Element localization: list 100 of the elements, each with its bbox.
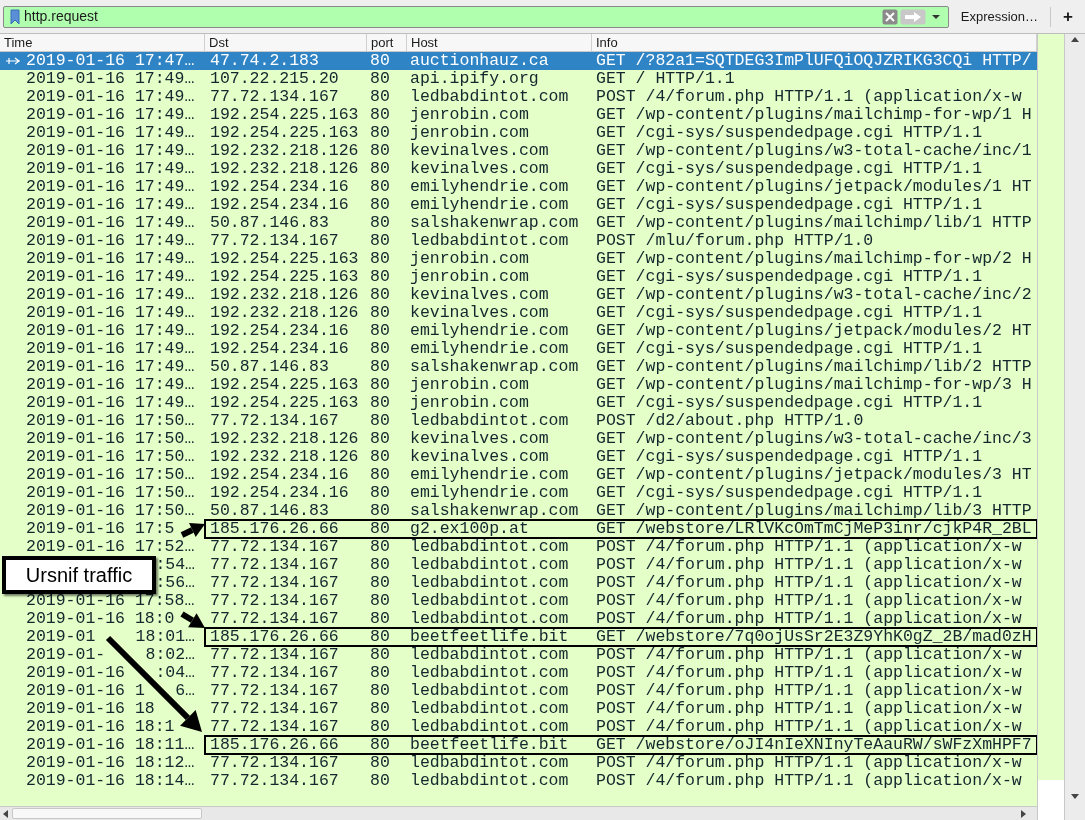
column-header[interactable]: Host (407, 34, 592, 51)
port-cell-text: 80 (369, 214, 391, 232)
port-cell-text: 80 (369, 52, 391, 70)
dst-cell-text: 77.72.134.167 (209, 664, 340, 682)
host-cell-text: emilyhendrie.com (409, 178, 570, 196)
column-header[interactable]: Time (0, 34, 205, 51)
host-cell-text: api.ipify.org (409, 70, 540, 88)
column-header[interactable]: port (367, 34, 407, 51)
display-filter-field[interactable]: http.request (3, 5, 949, 28)
dst-cell-text: 77.72.134.167 (209, 412, 340, 430)
dst-cell-text: 192.254.234.16 (209, 196, 350, 214)
port-cell-text: 80 (369, 682, 391, 700)
column-header[interactable]: Dst (205, 34, 367, 51)
bookmark-icon[interactable] (10, 8, 20, 25)
host-cell-text: salshakenwrap.com (409, 214, 580, 232)
port-cell-text: 80 (369, 250, 391, 268)
time-cell: 2019-01-16 17:49… (26, 322, 195, 340)
time-cell: 2019-01-16 18:14… (26, 772, 195, 790)
dst-cell-text: 192.254.225.163 (209, 250, 360, 268)
add-filter-button[interactable]: + (1057, 5, 1079, 28)
info-cell-text: GET /webstore/7q0ojUsSr2E3Z9YhK0gZ_2B/mad0zH (595, 628, 1033, 646)
packet-row[interactable]: 2019-01-16 17:47… 47.74.2.183 80 auctionhauz.ca GET /?82a1=SQTDEG3ImPlUFQiOQJZRIKG3CQi HTTP/ (0, 52, 1037, 70)
info-cell-text: POST /4/forum.php HTTP/1.1 (application/x-w (595, 772, 1023, 790)
dst-cell-text: 77.72.134.167 (209, 610, 340, 628)
host-cell-text: ledbabdintot.com (409, 610, 570, 628)
dst-cell-text: 192.232.218.126 (209, 448, 360, 466)
port-cell-text: 80 (369, 646, 391, 664)
dst-cell-text: 77.72.134.167 (209, 718, 340, 736)
time-cell: 2019-01-16 17:50… (26, 466, 195, 484)
dst-cell-text: 192.232.218.126 (209, 142, 360, 160)
info-cell-text: GET /cgi-sys/suspendedpage.cgi HTTP/1.1 (595, 196, 984, 214)
host-cell-text: beetfeetlife.bit (409, 736, 570, 754)
info-cell-text: GET /wp-content/plugins/mailchimp-for-wp/1 H (595, 106, 1033, 124)
time-cell: 2019-01-16 17:49… (26, 70, 195, 88)
port-cell-text: 80 (369, 430, 391, 448)
port-cell-text: 80 (369, 340, 391, 358)
dst-cell-text: 77.72.134.167 (209, 682, 340, 700)
info-cell-text: GET /wp-content/plugins/jetpack/modules/2 HT (595, 322, 1033, 340)
host-cell-text: beetfeetlife.bit (409, 628, 570, 646)
port-cell-text: 80 (369, 412, 391, 430)
port-cell-text: 80 (369, 448, 391, 466)
time-cell: :56… (155, 574, 195, 592)
time-cell: 2019-01-16 17:49… (26, 142, 195, 160)
time-cell: 2019-01-16 17:49… (26, 178, 195, 196)
horizontal-scrollbar[interactable] (0, 806, 1037, 820)
time-cell: 2019-01-16 (26, 664, 126, 682)
port-cell-text: 80 (369, 106, 391, 124)
arrow-icon (5, 57, 21, 65)
time-cell: 2019-01-16 17:50… (26, 430, 195, 448)
dst-cell-text: 77.72.134.167 (209, 88, 340, 106)
host-cell-text: g2.ex100p.at (409, 520, 530, 538)
dst-cell-text: 192.254.225.163 (209, 268, 360, 286)
time-cell: 2019-01-16 17:49… (26, 340, 195, 358)
callout-label: Ursnif traffic (2, 556, 156, 594)
info-cell-text: POST /4/forum.php HTTP/1.1 (application/x-w (595, 556, 1023, 574)
time-cell: 2019-01-16 17:49… (26, 232, 195, 250)
info-cell-text: POST /4/forum.php HTTP/1.1 (application/x-w (595, 682, 1023, 700)
host-cell-text: ledbabdintot.com (409, 772, 570, 790)
port-cell-text: 80 (369, 358, 391, 376)
info-cell-text: POST /d2/about.php HTTP/1.0 (595, 412, 865, 430)
host-cell-text: emilyhendrie.com (409, 340, 570, 358)
info-cell-text: GET /cgi-sys/suspendedpage.cgi HTTP/1.1 (595, 268, 984, 286)
info-cell-text: GET /cgi-sys/suspendedpage.cgi HTTP/1.1 (595, 448, 984, 466)
info-cell-text: POST /4/forum.php HTTP/1.1 (application/x-w (595, 592, 1023, 610)
info-cell-text: GET /wp-content/plugins/mailchimp/lib/2 HTTP (595, 358, 1033, 376)
time-cell: 2019-01-16 17:49… (26, 286, 195, 304)
time-cell: 2019-01-16 17:5 (26, 520, 175, 538)
info-cell-text: POST /4/forum.php HTTP/1.1 (application/x-w (595, 718, 1023, 736)
time-cell: 18:01… (135, 628, 195, 646)
port-cell-text: 80 (369, 664, 391, 682)
info-cell-text: POST /4/forum.php HTTP/1.1 (application/x-w (595, 646, 1023, 664)
time-cell: 2019-01-16 17:49… (26, 88, 195, 106)
port-cell-text: 80 (369, 160, 391, 178)
host-cell-text: emilyhendrie.com (409, 484, 570, 502)
host-cell-text: jenrobin.com (409, 250, 530, 268)
time-cell: 2019-01-16 17:49… (26, 250, 195, 268)
port-cell-text: 80 (369, 610, 391, 628)
dst-cell-text: 192.254.234.16 (209, 466, 350, 484)
host-cell-text: kevinalves.com (409, 304, 550, 322)
dst-cell-text: 77.72.134.167 (209, 772, 340, 790)
port-cell-text: 80 (369, 88, 391, 106)
annotation-arrow (180, 611, 205, 628)
host-cell-text: emilyhendrie.com (409, 322, 570, 340)
dst-cell-text: 77.72.134.167 (209, 700, 340, 718)
info-cell-text: GET /wp-content/plugins/jetpack/modules/3 HT (595, 466, 1033, 484)
host-cell-text: emilyhendrie.com (409, 196, 570, 214)
expression-button[interactable]: Expression… (954, 5, 1045, 28)
port-cell-text: 80 (369, 322, 391, 340)
port-cell-text: 80 (369, 502, 391, 520)
dst-cell-text: 192.254.225.163 (209, 106, 360, 124)
info-cell-text: GET /cgi-sys/suspendedpage.cgi HTTP/1.1 (595, 124, 984, 142)
clear-icon[interactable] (881, 8, 898, 25)
info-cell-text: GET /cgi-sys/suspendedpage.cgi HTTP/1.1 (595, 304, 984, 322)
host-cell-text: ledbabdintot.com (409, 646, 570, 664)
dst-cell-text: 192.254.225.163 (209, 376, 360, 394)
port-cell-text: 80 (369, 376, 391, 394)
time-cell: 2019-01-16 17:49… (26, 124, 195, 142)
port-cell-text: 80 (369, 304, 391, 322)
host-cell-text: ledbabdintot.com (409, 574, 570, 592)
port-cell-text: 80 (369, 178, 391, 196)
